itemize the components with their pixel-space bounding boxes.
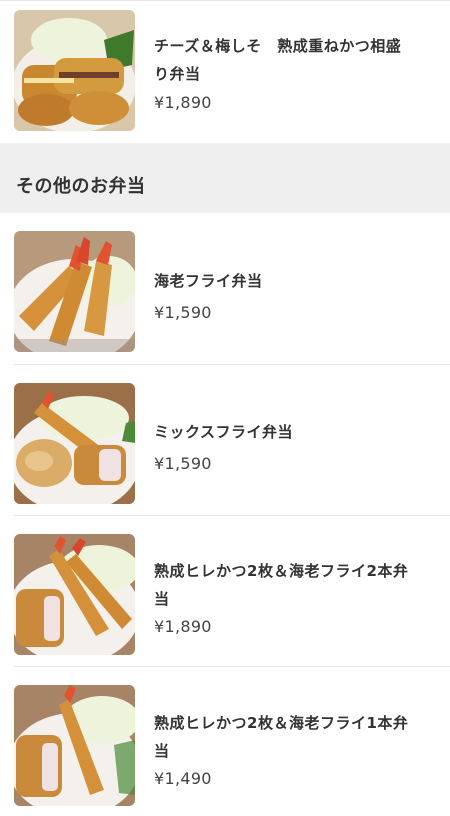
fillet-shrimp-bento-photo — [14, 534, 135, 655]
menu-item-fillet-shrimp-1[interactable]: 熟成ヒレかつ2枚＆海老フライ1本弁当 ¥1,490 — [0, 667, 450, 816]
menu-item-fillet-shrimp-2[interactable]: 熟成ヒレかつ2枚＆海老フライ2本弁当 ¥1,890 — [0, 516, 450, 667]
item-price: ¥1,590 — [154, 303, 212, 322]
item-name: チーズ＆梅しそ 熟成重ねかつ相盛り弁当 — [154, 37, 402, 83]
menu-item-mixed-fry[interactable]: ミックスフライ弁当 ¥1,590 — [0, 365, 450, 516]
item-price: ¥1,590 — [154, 454, 212, 473]
item-name: ミックスフライ弁当 — [154, 423, 294, 441]
cutlet-bento-photo — [14, 10, 135, 131]
item-name: 熟成ヒレかつ2枚＆海老フライ1本弁当 — [154, 714, 409, 760]
item-price: ¥1,890 — [154, 617, 212, 636]
section-title: その他のお弁当 — [16, 176, 146, 197]
fillet-shrimp-bento-photo — [14, 685, 135, 806]
menu-item-fried-shrimp[interactable]: 海老フライ弁当 ¥1,590 — [0, 213, 450, 365]
item-name: 海老フライ弁当 — [154, 272, 263, 290]
item-price: ¥1,890 — [154, 93, 212, 112]
item-name: 熟成ヒレかつ2枚＆海老フライ2本弁当 — [154, 562, 409, 608]
menu-item-cheese-ume-cutlet[interactable]: チーズ＆梅しそ 熟成重ねかつ相盛り弁当 ¥1,890 — [0, 0, 450, 143]
item-price: ¥1,490 — [154, 769, 212, 788]
fried-shrimp-bento-photo — [14, 231, 135, 352]
mixed-fry-bento-photo — [14, 383, 135, 504]
